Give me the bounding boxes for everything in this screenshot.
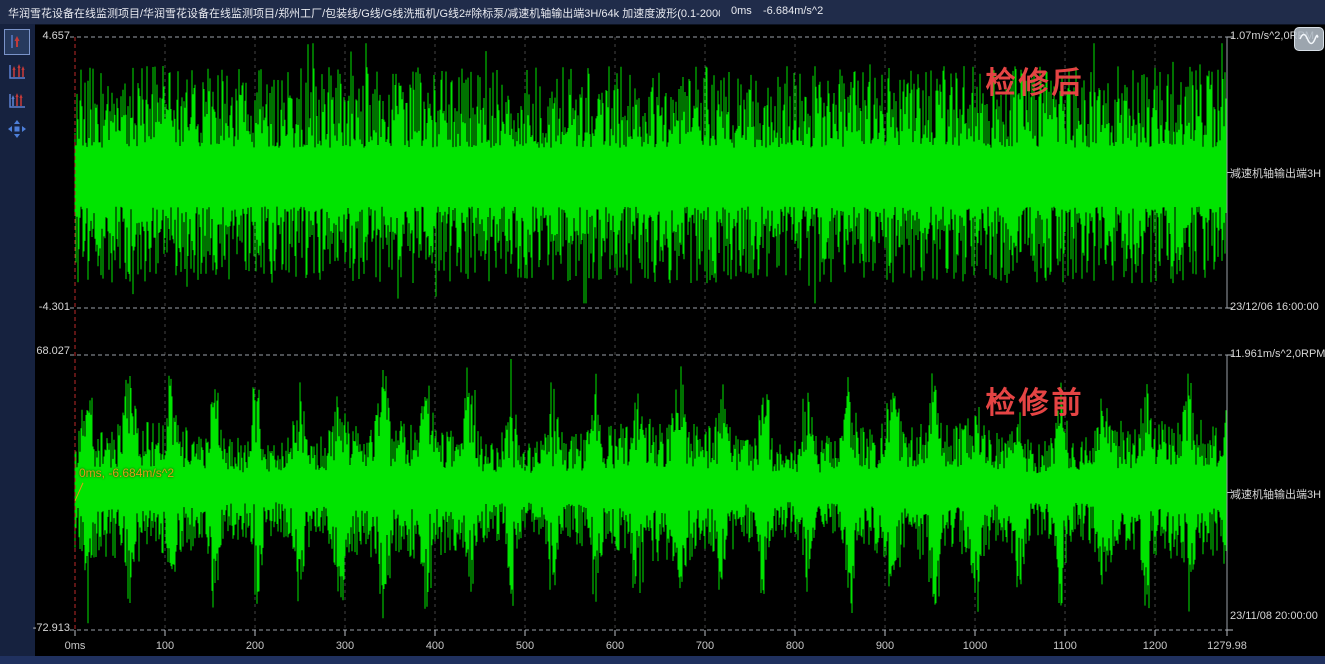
cursor-point-label: 0ms, -6.684m/s^2 <box>79 466 174 480</box>
pan-move-icon[interactable] <box>4 116 30 142</box>
x-tick-label: 100 <box>130 640 200 652</box>
chart2-point-name-label: 减速机轴输出端3H <box>1230 486 1325 502</box>
waveform-mode-button[interactable] <box>1294 27 1324 51</box>
x-tick-label: 1279.98 <box>1192 640 1262 652</box>
x-tick-label: 300 <box>310 640 380 652</box>
annotation-after-repair: 检修后 <box>965 58 1105 102</box>
multi-waveform-icon[interactable] <box>4 88 30 114</box>
x-tick-label: 600 <box>580 640 650 652</box>
chart1-point-name-label: 减速机轴输出端3H <box>1230 165 1325 181</box>
chart2-timestamp-label: 23/11/08 20:00:00 <box>1230 610 1325 622</box>
breadcrumb-measurement-path: 华润雪花设备在线监测项目/华润雪花设备在线监测项目/郑州工厂/包装线/G线/G线… <box>8 5 720 21</box>
x-tick-label: 500 <box>490 640 560 652</box>
pan-move-glyph <box>7 119 27 139</box>
chart2-rms-speed-label: 11.961m/s^2,0RPM <box>1230 348 1325 360</box>
chart1-ymin-label: -4.301 <box>0 301 70 313</box>
x-tick-label: 400 <box>400 640 470 652</box>
stacked-waveform-icon[interactable] <box>4 59 30 85</box>
sine-wave-icon <box>1299 33 1319 45</box>
window-bottom-edge <box>0 656 1325 664</box>
x-tick-label: 700 <box>670 640 740 652</box>
x-tick-label: 900 <box>850 640 920 652</box>
title-bar: 华润雪花设备在线监测项目/华润雪花设备在线监测项目/郑州工厂/包装线/G线/G线… <box>0 0 1325 25</box>
stacked-waveform-glyph <box>7 62 27 82</box>
x-tick-label: 1100 <box>1030 640 1100 652</box>
x-tick-label: 1000 <box>940 640 1010 652</box>
chart1-timestamp-label: 23/12/06 16:00:00 <box>1230 301 1325 313</box>
vibration-monitor-window: 华润雪花设备在线监测项目/华润雪花设备在线监测项目/郑州工厂/包装线/G线/G线… <box>0 0 1325 664</box>
cursor-time-readout: 0ms <box>731 5 752 17</box>
x-tick-label: 200 <box>220 640 290 652</box>
chart2-ymin-label: -72.913 <box>0 622 70 634</box>
cursor-value-readout: -6.684m/s^2 <box>763 5 823 17</box>
chart1-ymax-label: 4.657 <box>0 30 70 42</box>
chart-canvas[interactable] <box>35 24 1325 664</box>
x-tick-label: 800 <box>760 640 830 652</box>
annotation-before-repair: 检修前 <box>965 378 1105 422</box>
x-axis-labels: 0ms 100 200 300 400 500 600 700 800 900 1000 1100 12… <box>0 640 1325 656</box>
multi-waveform-glyph <box>7 91 27 111</box>
tool-sidebar <box>0 24 35 664</box>
x-tick-label: 1200 <box>1120 640 1190 652</box>
chart2-ymax-label: 68.027 <box>0 345 70 357</box>
x-tick-label: 0ms <box>40 640 110 652</box>
